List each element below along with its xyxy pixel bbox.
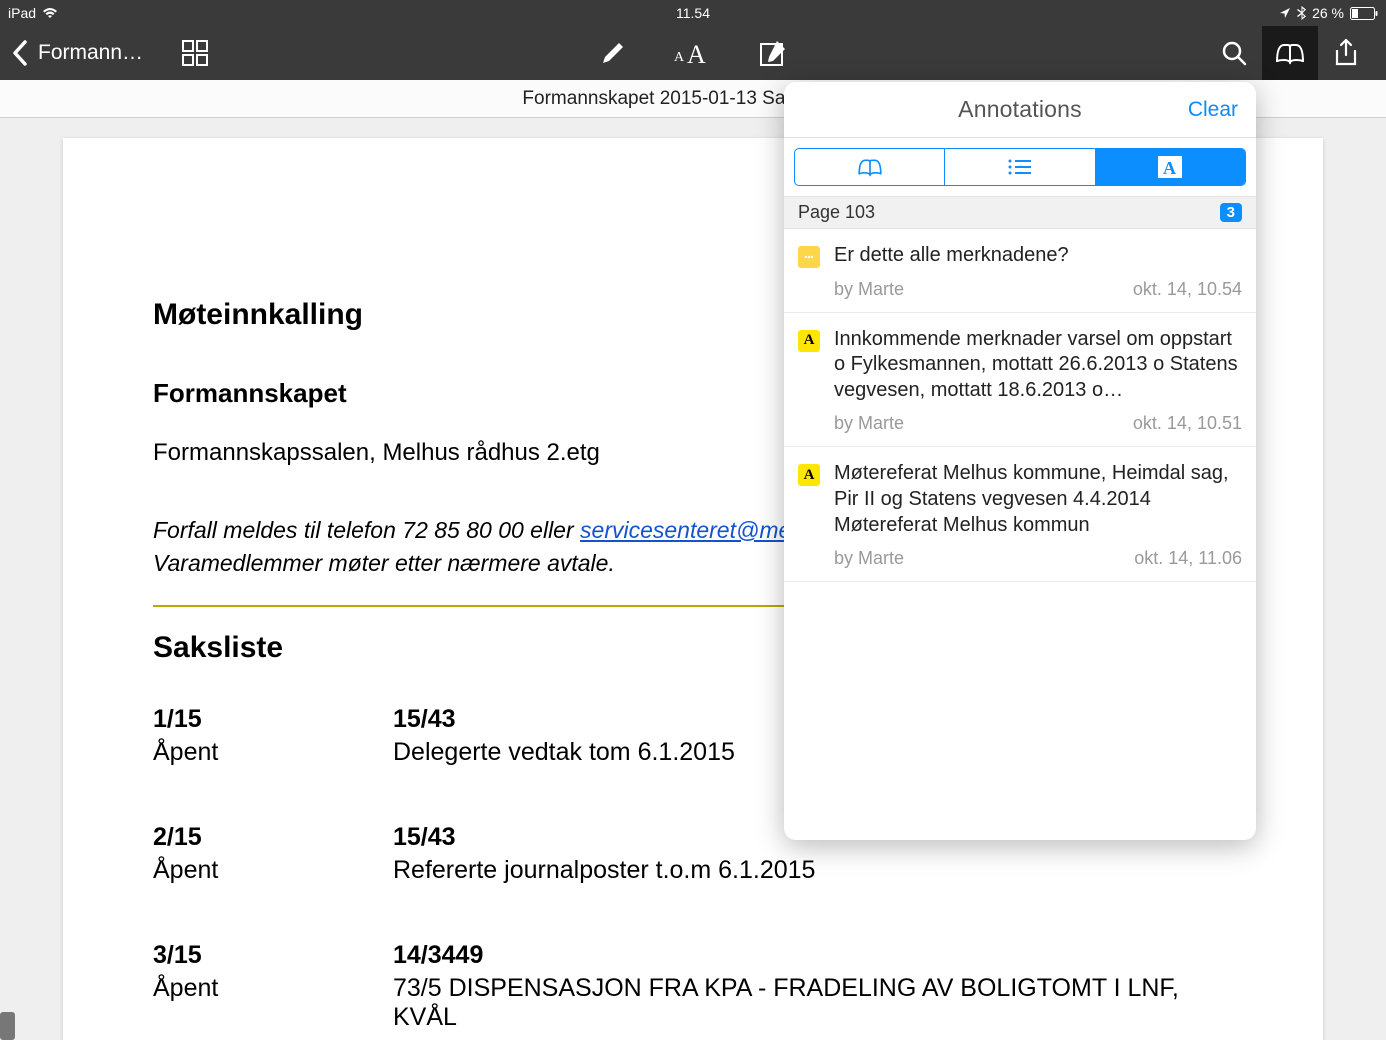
popover-title: Annotations [784,96,1256,123]
annotation-text: Er dette alle merknadene? [834,243,1242,269]
pencil-icon[interactable] [585,26,641,80]
annotation-text: Innkommende merknader varsel om oppstart… [834,327,1242,404]
case-num: 2/15 [153,823,393,852]
annotation-time: okt. 14, 10.54 [1133,279,1242,300]
annotation-list[interactable]: Er dette alle merknadene? by Marte okt. 1… [784,229,1256,840]
back-title[interactable]: Formann… [38,41,143,65]
device-label: iPad [8,5,36,21]
segmented-control: A [794,148,1246,186]
case-status: Åpent [153,738,393,767]
bookmark-icon[interactable] [1262,26,1318,80]
comment-icon [798,246,820,268]
svg-text:A: A [674,50,685,65]
text-size-icon[interactable]: AA [665,26,721,80]
case-ref: 14/3449 [393,941,1233,970]
svg-text:A: A [687,40,706,66]
annotation-time: okt. 14, 10.51 [1133,413,1242,434]
search-icon[interactable] [1206,26,1262,80]
case-status: Åpent [153,856,393,885]
bluetooth-icon [1297,6,1306,20]
annotation-text: Møtereferat Melhus kommune, Heimdal sag,… [834,461,1242,538]
annotation-item[interactable]: Er dette alle merknadene? by Marte okt. 1… [784,229,1256,313]
clear-button[interactable]: Clear [1188,98,1238,122]
seg-annotations[interactable]: A [1096,149,1245,185]
highlight-icon: A [798,464,820,486]
case-title: 73/5 DISPENSASJON FRA KPA - FRADELING AV… [393,974,1233,1032]
annotation-item[interactable]: A Møtereferat Melhus kommune, Heimdal sa… [784,447,1256,582]
scrollbar-indicator[interactable] [0,1012,15,1040]
battery-icon [1350,7,1378,20]
page-label: Page 103 [798,202,875,223]
annotation-author: by Marte [834,548,904,569]
case-status: Åpent [153,974,393,1032]
location-icon [1279,7,1291,19]
annotation-page-header: Page 103 3 [784,196,1256,229]
compose-icon[interactable] [745,26,801,80]
grid-icon[interactable] [167,26,223,80]
case-num: 1/15 [153,705,393,734]
svg-text:A: A [1163,158,1176,178]
toolbar: Formann… AA [0,26,1386,80]
case-block: 3/1514/3449 Åpent73/5 DISPENSASJON FRA K… [153,941,1233,1032]
seg-outline[interactable] [945,149,1095,185]
battery-pct: 26 % [1312,5,1344,21]
share-icon[interactable] [1318,26,1374,80]
annotation-author: by Marte [834,279,904,300]
case-title: Refererte journalposter t.o.m 6.1.2015 [393,856,1233,885]
back-button[interactable] [12,26,28,80]
annotation-author: by Marte [834,413,904,434]
annotation-count-badge: 3 [1220,203,1242,222]
wifi-icon [42,7,58,19]
seg-bookmarks[interactable] [795,149,945,185]
status-bar: iPad 11.54 26 % [0,0,1386,26]
highlight-icon: A [798,330,820,352]
annotations-popover: Annotations Clear A Page 103 3 Er dette … [784,82,1256,840]
case-num: 3/15 [153,941,393,970]
popover-header: Annotations Clear [784,82,1256,138]
status-time: 11.54 [676,5,710,21]
annotation-item[interactable]: A Innkommende merknader varsel om oppsta… [784,313,1256,448]
annotation-time: okt. 14, 11.06 [1134,548,1242,569]
